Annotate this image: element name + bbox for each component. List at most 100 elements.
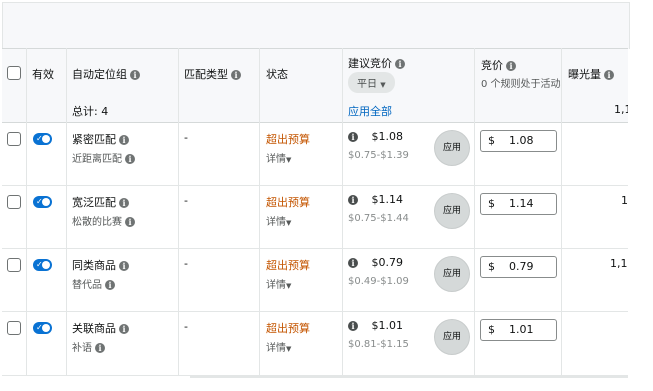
group-description: 近距离匹配 i [72,150,135,165]
bid-input[interactable]: $ 1.14 [480,193,557,215]
currency-symbol: $ [488,134,495,147]
header-group-label: 自动定位组 [72,68,127,81]
suggested-range: $0.75-$1.44 [348,213,409,224]
status-badge: 超出预算 [266,259,310,272]
group-description: 补语 i [72,339,105,354]
details-dropdown[interactable]: 详情▼ [266,276,291,291]
group-description-label: 补语 [72,343,92,354]
info-icon[interactable]: i [348,132,358,142]
details-label: 详情 [266,154,286,165]
apply-button[interactable]: 应用 [434,319,470,355]
chevron-down-icon: ▼ [380,81,386,89]
bid-value: 0.79 [509,260,534,273]
info-icon[interactable]: i [506,61,516,71]
info-icon[interactable]: i [119,135,129,145]
suggested-price: i $1.01 [348,319,403,332]
apply-button[interactable]: 应用 [434,193,470,229]
enabled-toggle[interactable]: ✓ [33,322,52,334]
header-match-type[interactable]: 匹配类型 i [184,66,241,82]
details-dropdown[interactable]: 详情▼ [266,339,291,354]
header-status[interactable]: 状态 [266,66,288,82]
apply-all-link[interactable]: 应用全部 [348,103,392,119]
column-divider [561,48,562,375]
match-type-value: - [184,320,188,333]
suggested-price-value: $1.14 [371,193,404,206]
bid-value: 1.08 [509,134,534,147]
enabled-toggle[interactable]: ✓ [33,196,52,208]
bid-mode-dropdown[interactable]: 平日 ▼ [348,72,395,93]
enabled-toggle[interactable]: ✓ [33,133,52,145]
info-icon[interactable]: i [231,70,241,80]
header-bid-label: 竞价 [481,59,503,72]
header-bid[interactable]: 竞价 i [481,57,516,73]
info-icon[interactable]: i [119,198,129,208]
bid-value: 1.01 [509,323,534,336]
group-name: 同类商品 i [72,257,129,273]
suggested-price: i $1.08 [348,130,403,143]
toggle-knob [42,324,50,332]
header-enabled[interactable]: 有效 [32,66,54,82]
currency-symbol: $ [488,197,495,210]
match-type-value: - [184,257,188,270]
row-checkbox[interactable] [7,195,21,209]
header-suggested-bid-label: 建议竞价 [348,57,392,70]
info-icon[interactable]: i [348,195,358,205]
group-description-label: 近距离匹配 [72,154,122,165]
info-icon[interactable]: i [348,321,358,331]
apply-button[interactable]: 应用 [434,130,470,166]
info-icon[interactable]: i [348,258,358,268]
select-all-checkbox[interactable] [7,66,21,80]
group-name: 紧密匹配 i [72,131,129,147]
group-name: 关联商品 i [72,320,129,336]
column-divider [259,48,260,375]
bid-input[interactable]: $ 1.01 [480,319,557,341]
group-name-label: 关联商品 [72,322,116,335]
column-divider [474,48,475,375]
info-icon[interactable]: i [95,343,105,353]
group-description: 松散的比赛 i [72,213,135,228]
horizontal-scrollbar[interactable] [190,376,628,378]
bid-value: 1.14 [509,197,534,210]
total-impressions: 1,12 [614,103,628,116]
toggle-knob [42,261,50,269]
details-dropdown[interactable]: 详情▼ [266,213,291,228]
details-label: 详情 [266,280,286,291]
caret-down-icon: ▼ [286,345,292,353]
info-icon[interactable]: i [119,261,129,271]
header-group[interactable]: 自动定位组 i [72,66,140,82]
info-icon[interactable]: i [125,217,135,227]
suggested-price-value: $0.79 [371,256,404,269]
bid-input[interactable]: $ 1.08 [480,130,557,152]
header-impressions-label: 曝光量 [568,68,601,81]
toggle-knob [42,135,50,143]
bid-input[interactable]: $ 0.79 [480,256,557,278]
enabled-toggle[interactable]: ✓ [33,259,52,271]
group-name-label: 同类商品 [72,259,116,272]
row-checkbox[interactable] [7,132,21,146]
suggested-price-value: $1.01 [371,319,404,332]
suggested-price: i $1.14 [348,193,403,206]
details-dropdown[interactable]: 详情▼ [266,150,291,165]
info-icon[interactable]: i [105,280,115,290]
info-icon[interactable]: i [604,70,614,80]
group-name: 宽泛匹配 i [72,194,129,210]
group-description-label: 松散的比赛 [72,217,122,228]
impressions-value: 1 [621,194,628,207]
suggested-price: i $0.79 [348,256,403,269]
info-icon[interactable]: i [119,324,129,334]
info-icon[interactable]: i [395,59,405,69]
header-impressions[interactable]: 曝光量 i [568,66,614,82]
row-checkbox[interactable] [7,258,21,272]
status-badge: 超出预算 [266,322,310,335]
group-name-label: 紧密匹配 [72,133,116,146]
suggested-range: $0.49-$1.09 [348,276,409,287]
row-checkbox[interactable] [7,321,21,335]
apply-button[interactable]: 应用 [434,256,470,292]
toggle-knob [42,198,50,206]
bid-mode-label: 平日 [357,79,377,90]
currency-symbol: $ [488,323,495,336]
info-icon[interactable]: i [130,70,140,80]
info-icon[interactable]: i [125,154,135,164]
details-label: 详情 [266,217,286,228]
header-suggested-bid[interactable]: 建议竞价 i [348,55,405,71]
